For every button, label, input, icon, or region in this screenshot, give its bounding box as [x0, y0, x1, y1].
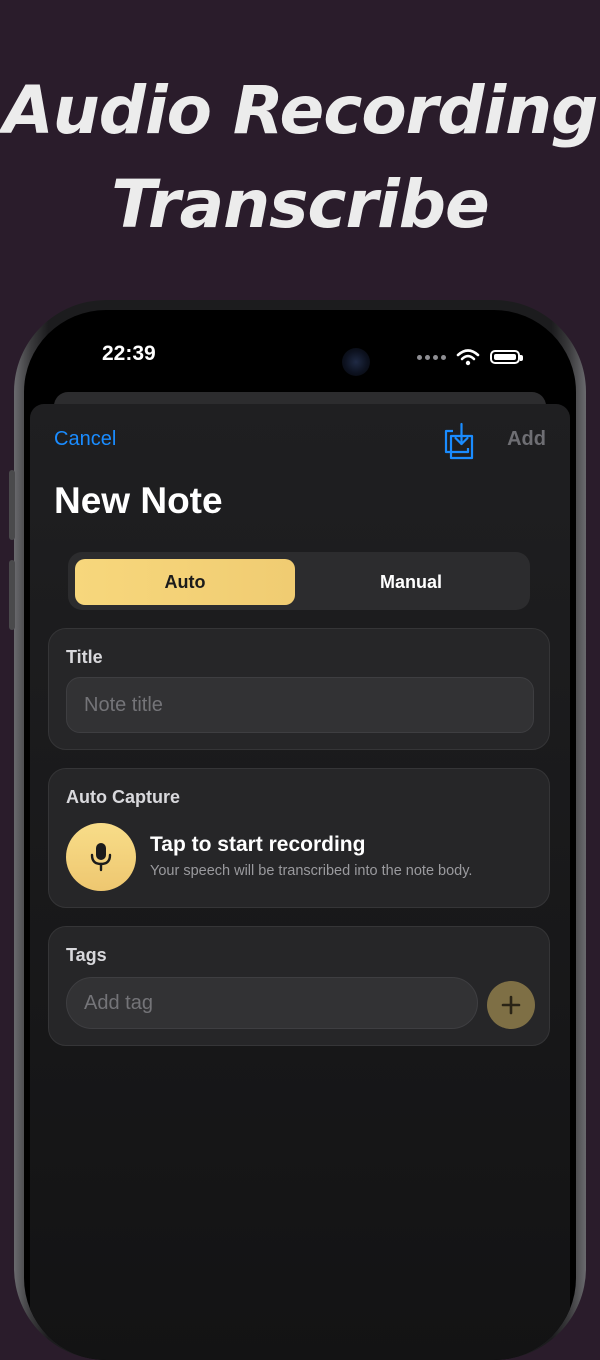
recording-description: Your speech will be transcribed into the…	[150, 863, 473, 879]
add-tag-input[interactable]: Add tag	[66, 977, 478, 1029]
page-title: New Note	[54, 480, 223, 521]
segment-auto[interactable]: Auto	[75, 559, 295, 605]
record-button[interactable]	[66, 823, 136, 891]
mode-segmented-control: Auto Manual	[68, 552, 530, 610]
volume-up-button	[9, 470, 15, 540]
headline-line-1: Audio Recording	[2, 72, 599, 149]
tray-download-icon[interactable]	[442, 422, 476, 460]
volume-down-button	[9, 560, 15, 630]
note-title-input[interactable]: Note title	[66, 677, 534, 733]
status-time: 22:39	[102, 342, 156, 365]
title-card: Title Note title	[48, 628, 550, 750]
plus-icon	[501, 995, 521, 1015]
new-note-sheet: Cancel Add New Note Auto Manual Title No…	[30, 404, 570, 1360]
start-recording-prompt[interactable]: Tap to start recording	[150, 833, 365, 857]
cancel-button[interactable]: Cancel	[54, 428, 116, 451]
battery-icon	[490, 350, 523, 364]
add-button[interactable]: Add	[507, 428, 546, 451]
microphone-icon	[90, 843, 112, 872]
status-indicators	[417, 348, 523, 366]
add-tag-button[interactable]	[487, 981, 535, 1029]
tags-card: Tags Add tag	[48, 926, 550, 1046]
auto-capture-card: Auto Capture Tap to start recording Your…	[48, 768, 550, 908]
camera-icon	[342, 348, 370, 376]
signal-dots-icon	[417, 354, 446, 360]
headline-line-2: Transcribe	[111, 166, 489, 243]
auto-capture-label: Auto Capture	[66, 787, 180, 807]
phone-screen: 22:39 Cancel Add New Note Auto Manual Ti…	[24, 310, 576, 1360]
tags-label: Tags	[66, 945, 107, 965]
wifi-icon	[456, 349, 480, 366]
segment-manual[interactable]: Manual	[301, 559, 521, 605]
title-label: Title	[66, 647, 103, 667]
